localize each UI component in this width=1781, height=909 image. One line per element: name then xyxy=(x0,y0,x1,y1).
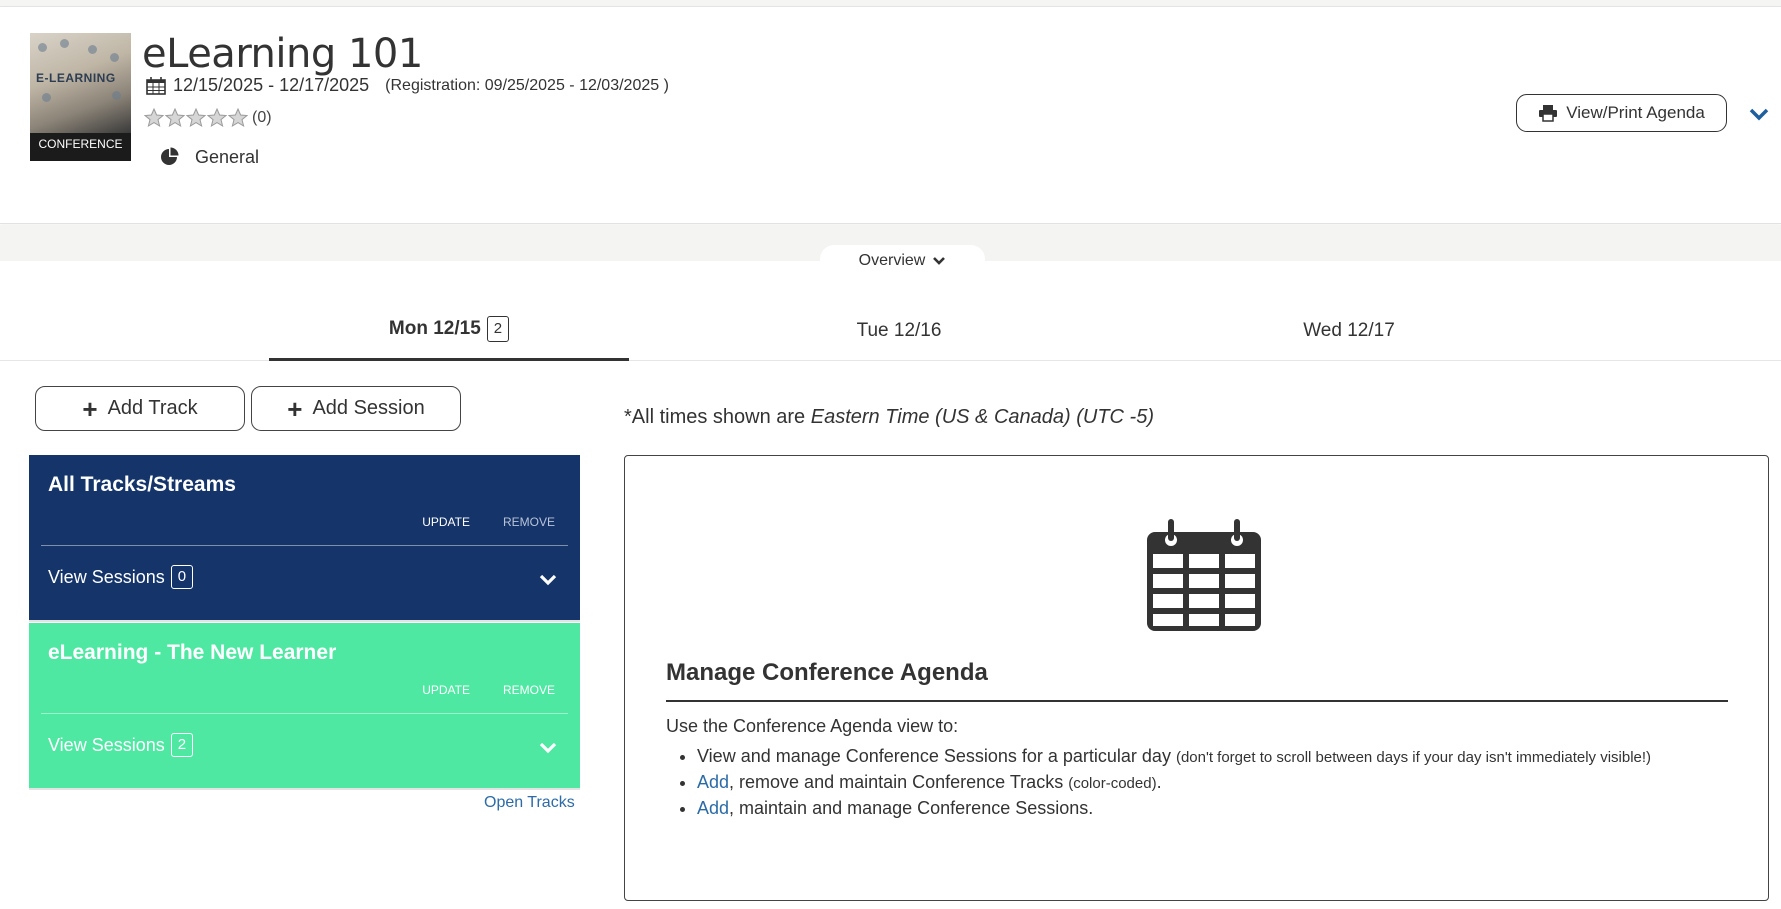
day-tabs: Mon 12/15 2 Tue 12/16 Wed 12/17 xyxy=(0,300,1781,361)
timezone-prefix: *All times shown are xyxy=(624,406,811,428)
list-item: View and manage Conference Sessions for … xyxy=(697,746,1651,767)
plus-icon: + xyxy=(287,393,303,424)
add-session-button[interactable]: + Add Session xyxy=(251,386,461,431)
divider xyxy=(29,620,580,622)
add-session-link[interactable]: Add xyxy=(697,798,729,818)
event-title: eLearning 101 xyxy=(142,31,423,77)
event-dates: 12/15/2025 - 12/17/2025 (Registration: 0… xyxy=(146,75,669,96)
view-print-agenda-label: View/Print Agenda xyxy=(1566,103,1705,122)
view-sessions-toggle[interactable]: View Sessions 2 xyxy=(48,733,194,757)
plus-icon: + xyxy=(82,393,98,424)
remove-track-link[interactable]: REMOVE xyxy=(503,683,555,697)
tab-wed-12-17[interactable]: Wed 12/17 xyxy=(1169,300,1529,361)
star-icon xyxy=(165,108,185,128)
event-category: General xyxy=(158,146,259,168)
track-card-elearning-new-learner: eLearning - The New Learner UPDATE REMOV… xyxy=(29,623,580,788)
add-track-link[interactable]: Add xyxy=(697,772,729,792)
list-item: Add, remove and maintain Conference Trac… xyxy=(697,772,1651,793)
remove-track-link[interactable]: REMOVE xyxy=(503,515,555,529)
calendar-icon xyxy=(1147,519,1261,631)
timezone-name: Eastern Time (US & Canada) (UTC -5) xyxy=(810,406,1154,428)
overview-toggle[interactable]: Overview xyxy=(820,245,985,277)
divider xyxy=(666,700,1728,702)
timezone-note: *All times shown are Eastern Time (US & … xyxy=(624,406,1154,429)
event-thumbnail: E-LEARNING CONFERENCE xyxy=(30,33,131,161)
add-track-button[interactable]: + Add Track xyxy=(35,386,245,431)
tab-mon-12-15[interactable]: Mon 12/15 2 xyxy=(269,300,629,361)
pie-chart-icon xyxy=(161,147,179,165)
tab-label: Wed 12/17 xyxy=(1303,319,1395,341)
thumbnail-label: CONFERENCE xyxy=(38,137,123,151)
event-date-range: 12/15/2025 - 12/17/2025 xyxy=(173,75,370,95)
track-name: All Tracks/Streams xyxy=(48,473,236,496)
event-rating: (0) xyxy=(144,108,272,128)
view-sessions-toggle[interactable]: View Sessions 0 xyxy=(48,565,194,589)
registration-dates: (Registration: 09/25/2025 - 12/03/2025 ) xyxy=(385,76,669,94)
event-header: E-LEARNING CONFERENCE eLearning 101 12/1… xyxy=(0,7,1781,224)
rating-count: (0) xyxy=(252,109,272,126)
update-track-link[interactable]: UPDATE xyxy=(422,683,470,697)
star-icon xyxy=(207,108,227,128)
tab-label: Mon 12/15 xyxy=(388,318,481,339)
panel-heading: Manage Conference Agenda xyxy=(666,659,988,686)
view-print-agenda-button[interactable]: View/Print Agenda xyxy=(1516,94,1727,132)
star-icon xyxy=(228,108,248,128)
feature-list: View and manage Conference Sessions for … xyxy=(697,746,1651,824)
divider xyxy=(29,788,580,790)
calendar-icon xyxy=(146,76,166,95)
star-icon xyxy=(186,108,206,128)
view-sessions-label: View Sessions xyxy=(48,734,165,755)
track-card-all-tracks: All Tracks/Streams UPDATE REMOVE View Se… xyxy=(29,455,580,620)
printer-icon xyxy=(1539,105,1558,122)
session-count-badge: 2 xyxy=(170,733,194,757)
category-label: General xyxy=(195,146,260,167)
track-name: eLearning - The New Learner xyxy=(48,641,337,664)
chevron-down-icon[interactable] xyxy=(538,571,558,589)
update-track-link[interactable]: UPDATE xyxy=(422,515,470,529)
add-session-label: Add Session xyxy=(312,397,425,419)
view-sessions-label: View Sessions xyxy=(48,566,165,587)
star-icon xyxy=(144,108,164,128)
chevron-down-icon[interactable] xyxy=(538,739,558,757)
overview-label: Overview xyxy=(858,252,926,269)
panel-intro: Use the Conference Agenda view to: xyxy=(666,716,959,736)
tab-tue-12-16[interactable]: Tue 12/16 xyxy=(719,300,1079,361)
add-track-label: Add Track xyxy=(107,397,198,419)
thumbnail-text: E-LEARNING xyxy=(36,71,116,85)
session-count-badge: 2 xyxy=(486,316,510,342)
tab-label: Tue 12/16 xyxy=(856,319,942,341)
open-tracks-link[interactable]: Open Tracks xyxy=(484,794,575,812)
divider xyxy=(41,713,568,714)
agenda-info-panel: Manage Conference Agenda Use the Confere… xyxy=(624,455,1769,901)
top-strip xyxy=(0,0,1781,7)
session-count-badge: 0 xyxy=(170,565,194,589)
chevron-down-icon[interactable] xyxy=(1748,103,1770,125)
list-item: Add, maintain and manage Conference Sess… xyxy=(697,798,1651,819)
chevron-down-icon xyxy=(933,257,946,265)
divider xyxy=(41,545,568,546)
